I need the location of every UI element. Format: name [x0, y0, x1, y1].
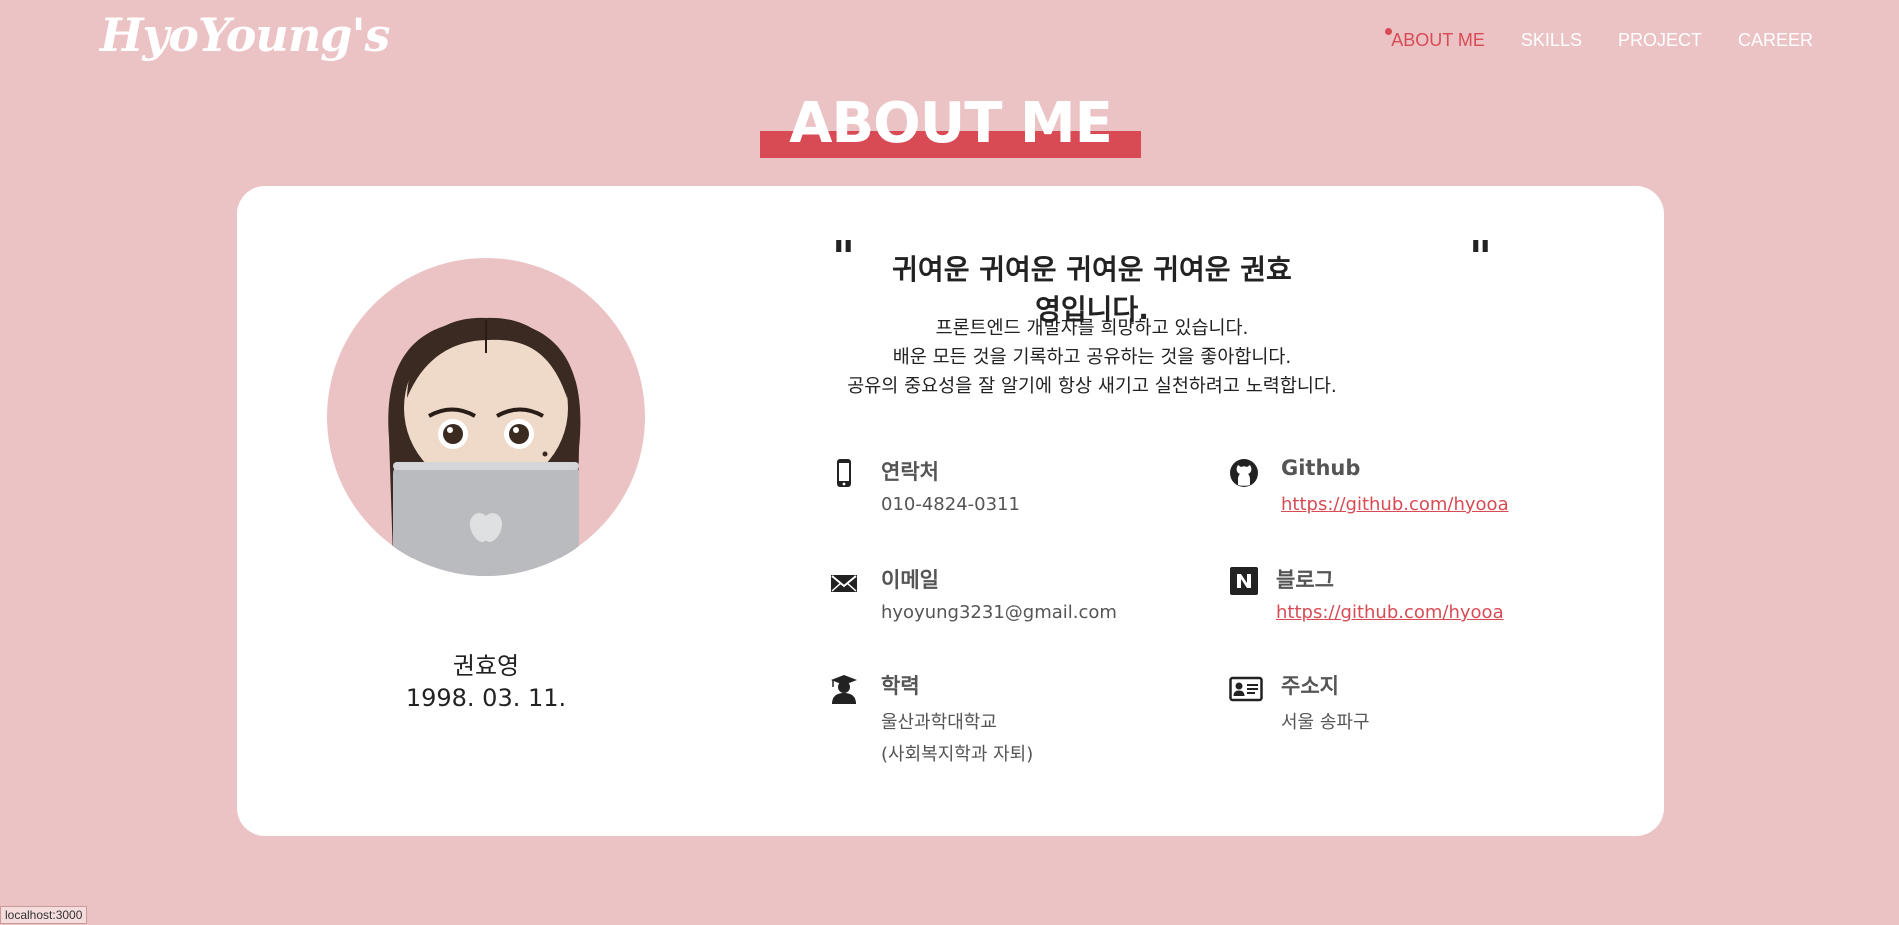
blog-link[interactable]: https://github.com/hyooa [1276, 602, 1504, 623]
main-nav: ABOUT ME SKILLS PROJECT CAREER [1385, 28, 1813, 51]
blog-label: 블로그 [1276, 568, 1334, 592]
nav-about-me[interactable]: ABOUT ME [1385, 28, 1485, 51]
section-heading: ABOUT ME [760, 90, 1141, 160]
site-logo[interactable]: HyoYoung's [100, 8, 390, 62]
github-icon [1230, 459, 1258, 487]
education-note: (사회복지학과 자퇴) [881, 744, 1034, 765]
github-label: Github [1281, 456, 1361, 480]
id-card-icon [1229, 676, 1263, 702]
profile-avatar [327, 258, 645, 576]
open-quote: " [832, 232, 855, 283]
mail-icon [831, 575, 857, 592]
about-card: 권효영 1998. 03. 11. " 귀여운 귀여운 귀여운 귀여운 권효영입… [237, 186, 1664, 836]
intro-line: 배운 모든 것을 기록하고 공유하는 것을 좋아합니다. [892, 347, 1292, 368]
graduate-icon [831, 675, 857, 704]
memoji-illustration [388, 317, 581, 576]
github-link[interactable]: https://github.com/hyooa [1281, 494, 1509, 515]
nav-about-me-label: ABOUT ME [1391, 30, 1485, 50]
address-label: 주소지 [1281, 674, 1339, 698]
browser-status-url: localhost:3000 [0, 906, 88, 924]
close-quote: " [1469, 232, 1492, 283]
contact-label: 연락처 [881, 460, 939, 484]
intro-line: 공유의 중요성을 잘 알기에 항상 새기고 실천하려고 노력합니다. [847, 376, 1337, 397]
education-value: 울산과학대학교 [881, 712, 997, 733]
nav-career[interactable]: CAREER [1738, 30, 1813, 51]
profile-name: 권효영 [452, 652, 520, 680]
intro-line: 프론트엔드 개발자를 희망하고 있습니다. [935, 318, 1249, 339]
education-label: 학력 [881, 674, 920, 698]
nav-project[interactable]: PROJECT [1618, 30, 1702, 51]
contact-value: 010-4824-0311 [881, 494, 1020, 515]
profile-birthdate: 1998. 03. 11. [405, 684, 567, 712]
intro-text: 프론트엔드 개발자를 희망하고 있습니다. 배운 모든 것을 기록하고 공유하는… [827, 314, 1357, 401]
naver-icon [1230, 567, 1258, 595]
address-value: 서울 송파구 [1281, 712, 1370, 733]
email-label: 이메일 [881, 568, 939, 592]
section-title: ABOUT ME [789, 91, 1113, 156]
email-value: hyoyung3231@gmail.com [881, 602, 1117, 623]
nav-skills[interactable]: SKILLS [1521, 30, 1582, 51]
phone-icon [837, 459, 851, 487]
